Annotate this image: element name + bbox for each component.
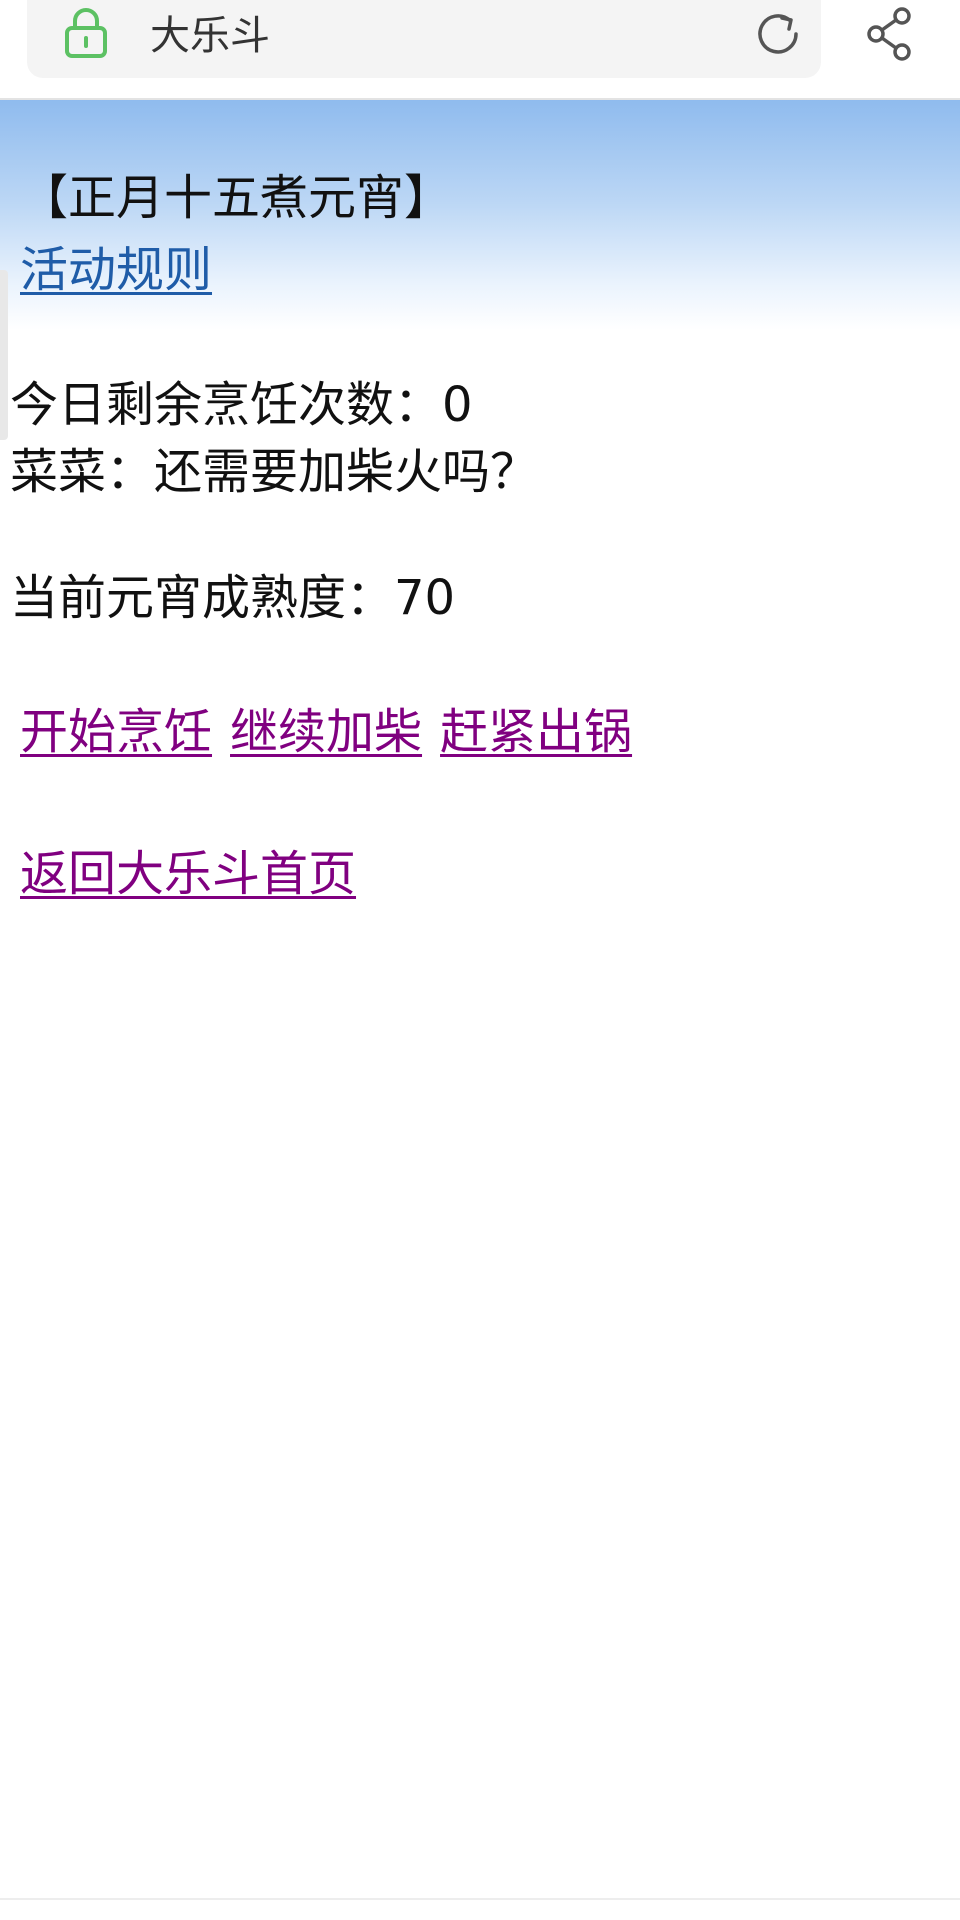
address-bar[interactable]	[27, 0, 821, 78]
remaining-cook-count: 今日剩余烹饪次数：0	[10, 377, 473, 433]
doneness-status: 当前元宵成熟度：70	[10, 570, 456, 626]
side-scroll-handle[interactable]	[0, 270, 8, 440]
rules-link[interactable]: 活动规则	[20, 240, 212, 300]
share-icon[interactable]	[864, 6, 916, 62]
browser-top-bar: 大乐斗	[0, 0, 960, 100]
reload-icon[interactable]	[752, 8, 804, 60]
event-title: 【正月十五煮元宵】	[20, 170, 453, 226]
lock-icon	[65, 8, 107, 58]
action-links: 开始烹饪 继续加柴 赶紧出锅	[20, 702, 650, 762]
serve-now-link[interactable]: 赶紧出锅	[440, 704, 632, 760]
caicai-prompt: 菜菜：还需要加柴火吗？	[10, 444, 539, 500]
start-cooking-link[interactable]: 开始烹饪	[20, 704, 212, 760]
page-title: 大乐斗	[150, 13, 270, 59]
bottom-divider	[0, 1898, 960, 1900]
add-firewood-link[interactable]: 继续加柴	[230, 704, 422, 760]
home-link[interactable]: 返回大乐斗首页	[20, 844, 356, 904]
